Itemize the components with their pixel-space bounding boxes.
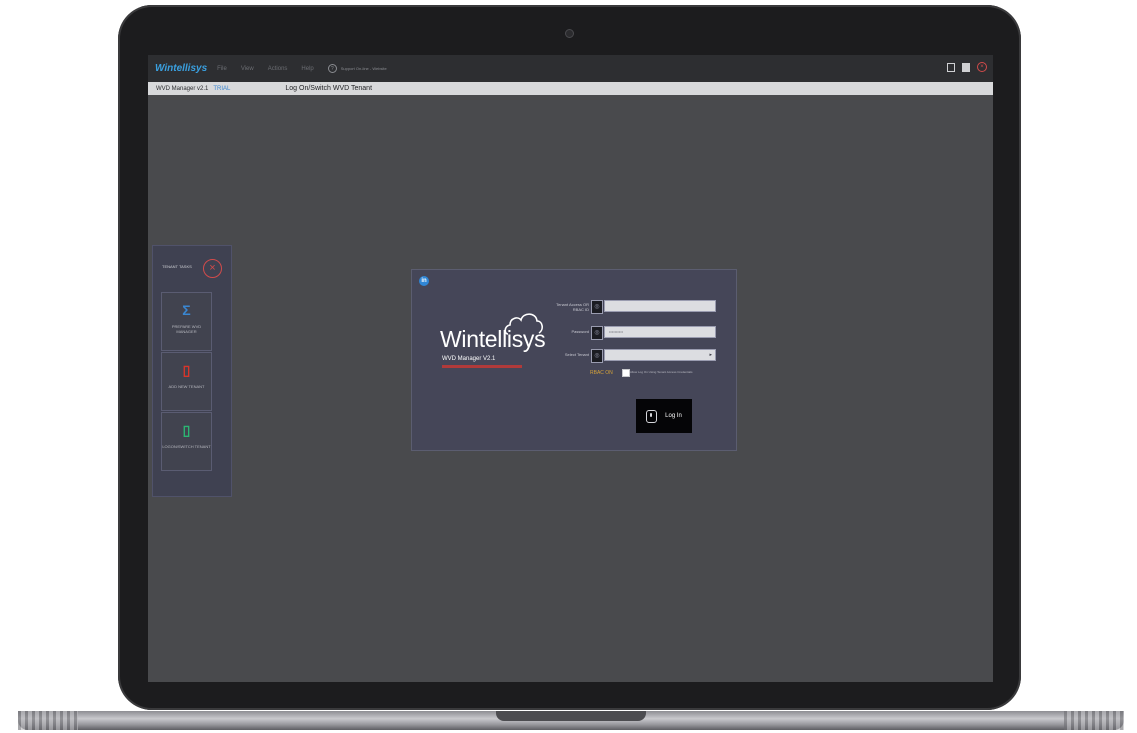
tenant-access-input[interactable] bbox=[604, 300, 716, 312]
red-tagline-bar bbox=[442, 365, 522, 368]
password-label: Password bbox=[571, 329, 589, 334]
camera-icon bbox=[565, 29, 574, 38]
page-title: Log On/Switch WVD Tenant bbox=[285, 85, 373, 92]
menu-help[interactable]: Help bbox=[301, 66, 313, 72]
status-bar: WVD Manager v2.1 TRIAL Log On/Switch WVD… bbox=[148, 82, 993, 95]
tenant-tasks-panel: TENANT TASKS × Σ PREPARE WVD MANAGER ▯ A… bbox=[152, 245, 232, 497]
login-button[interactable]: Log In bbox=[636, 399, 692, 433]
select-tenant-dropdown[interactable]: ▸ bbox=[604, 349, 716, 361]
password-input[interactable]: •••••••••• bbox=[604, 326, 716, 338]
password-icon: ◎ bbox=[591, 326, 603, 340]
task-prepare-wvd-manager[interactable]: Σ PREPARE WVD MANAGER bbox=[161, 292, 212, 351]
allow-logon-label: Allow Log On Using Tenant Access Credent… bbox=[630, 370, 693, 374]
panel-close-icon[interactable]: × bbox=[203, 259, 222, 278]
menu-file[interactable]: File bbox=[217, 66, 227, 72]
select-tenant-icon: ◎ bbox=[591, 349, 603, 363]
app-window: Wintellisys File View Actions Help ? Sup… bbox=[148, 55, 993, 682]
minimize-icon[interactable] bbox=[947, 62, 955, 72]
task-add-new-tenant[interactable]: ▯ ADD NEW TENANT bbox=[161, 352, 212, 411]
menu-actions[interactable]: Actions bbox=[268, 66, 288, 72]
login-dialog: in Wintellisys WVD Manager V2.1 Tenant A… bbox=[411, 269, 737, 451]
login-button-label: Log In bbox=[665, 413, 682, 419]
close-icon[interactable]: × bbox=[977, 62, 987, 72]
task-label: LOGON/SWITCH TENANT bbox=[162, 444, 211, 449]
brand-logo: Wintellisys bbox=[155, 63, 208, 74]
tenant-icon: ◎ bbox=[591, 300, 603, 314]
menu-bar: File View Actions Help bbox=[217, 66, 328, 72]
title-bar: Wintellisys File View Actions Help ? Sup… bbox=[148, 55, 993, 82]
chevron-down-icon: ▸ bbox=[709, 352, 712, 358]
support-link[interactable]: ? Support On-line - Website bbox=[327, 64, 387, 73]
version-label: WVD Manager v2.1 bbox=[156, 85, 209, 92]
logo-text: Wintellisys bbox=[440, 326, 546, 352]
office-icon: ▯ bbox=[182, 362, 191, 378]
office-icon: ▯ bbox=[182, 422, 191, 438]
tenant-access-label: Tenant Access OR RBAC ID bbox=[556, 302, 589, 312]
rbac-status: RBAC ON bbox=[590, 370, 613, 376]
login-icon bbox=[646, 409, 658, 423]
laptop-notch bbox=[496, 711, 646, 721]
task-label: ADD NEW TENANT bbox=[168, 384, 205, 389]
task-logon-switch-tenant[interactable]: ▯ LOGON/SWITCH TENANT bbox=[161, 412, 212, 471]
powershell-icon: Σ bbox=[182, 302, 191, 318]
window-controls: × bbox=[940, 62, 987, 72]
maximize-icon[interactable] bbox=[962, 62, 970, 72]
support-label: Support On-line - Website bbox=[340, 66, 387, 71]
trial-badge: TRIAL bbox=[213, 85, 231, 92]
task-label: PREPARE WVD MANAGER bbox=[171, 324, 202, 334]
select-tenant-label: Select Tenant bbox=[564, 352, 589, 357]
support-icon: ? bbox=[327, 64, 337, 73]
allow-logon-checkbox[interactable] bbox=[622, 369, 630, 377]
panel-title: TENANT TASKS bbox=[162, 264, 192, 269]
product-version: WVD Manager V2.1 bbox=[442, 356, 496, 362]
menu-view[interactable]: View bbox=[241, 66, 254, 72]
linkedin-icon[interactable]: in bbox=[419, 276, 429, 286]
